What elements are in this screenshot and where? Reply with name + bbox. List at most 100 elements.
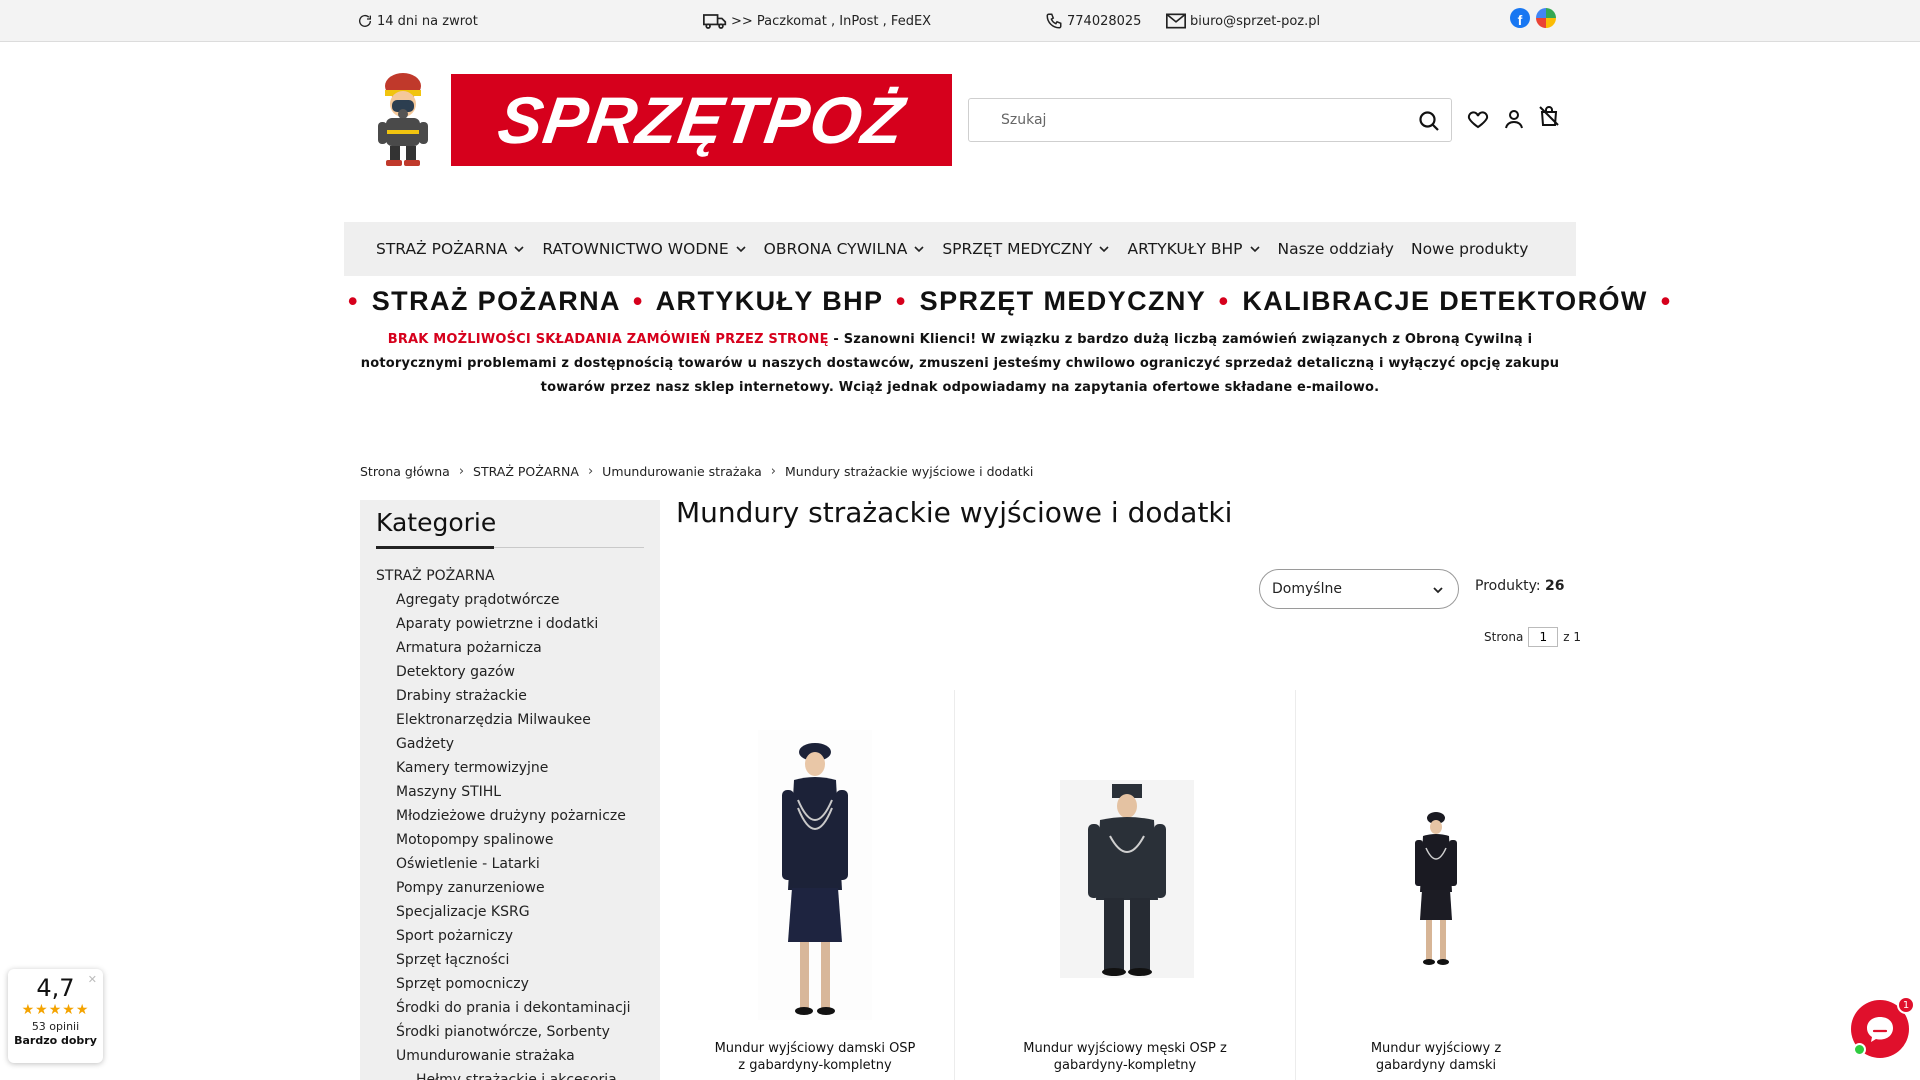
- product-image[interactable]: [758, 730, 872, 1020]
- main-nav: STRAŻ POŻARNA RATOWNICTWO WODNE OBRONA CYW…: [344, 222, 1576, 276]
- notice-highlight: BRAK MOŻLIWOŚCI SKŁADANIA ZAMÓWIEŃ PRZEZ…: [387, 332, 829, 347]
- category-item[interactable]: Drabiny strażackie: [376, 684, 656, 708]
- chevron-down-icon: [736, 246, 746, 253]
- chevron-down-icon: [1433, 587, 1443, 594]
- nav-item-label: SPRZĘT MEDYCZNY: [942, 240, 1093, 258]
- category-item[interactable]: Maszyny STIHL: [376, 780, 656, 804]
- email-text: biuro@sprzet-poz.pl: [1190, 13, 1321, 29]
- category-item[interactable]: Młodzieżowe drużyny pożarnicze: [376, 804, 656, 828]
- email-link[interactable]: biuro@sprzet-poz.pl: [1166, 0, 1320, 42]
- nav-item-6[interactable]: Nowe produkty: [1411, 240, 1528, 258]
- page-label: Strona: [1484, 630, 1524, 644]
- shipping-text: >> Paczkomat , InPost , FedEX: [731, 13, 932, 29]
- social-links: f: [1510, 8, 1556, 28]
- category-item[interactable]: Gadżety: [376, 732, 656, 756]
- page-total: z 1: [1563, 630, 1582, 644]
- chevron-down-icon: [1099, 246, 1110, 253]
- sort-select[interactable]: Domyślne: [1259, 569, 1459, 609]
- products-count: Produkty: 26: [1475, 578, 1565, 594]
- product-name[interactable]: Mundur wyjściowy damski OSP z gabardyny-…: [676, 1040, 954, 1074]
- site-logo[interactable]: SPRZĘTPOŻ: [451, 74, 952, 166]
- category-banner: • STRAŻ POŻARNA • ARTYKUŁY BHP • SPRZĘT …: [348, 286, 1672, 316]
- product-name[interactable]: Mundur wyjściowy z gabardyny damski: [1296, 1040, 1576, 1074]
- category-item[interactable]: Agregaty prądotwórcze: [376, 588, 656, 612]
- category-item[interactable]: Umundurowanie strażaka: [376, 1044, 656, 1068]
- product-card[interactable]: Mundur wyjściowy z gabardyny damski: [1296, 690, 1576, 1080]
- chat-button[interactable]: 1: [1851, 996, 1915, 1058]
- nav-item-label: Nowe produkty: [1410, 240, 1529, 258]
- category-item[interactable]: Środki pianotwórcze, Sorbenty: [376, 1020, 656, 1044]
- category-item[interactable]: Hełmy strażackie i akcesoria: [376, 1068, 656, 1080]
- mail-icon: [1166, 13, 1186, 29]
- shipping-info: >> Paczkomat , InPost , FedEX: [703, 0, 931, 42]
- breadcrumb-fire[interactable]: STRAŻ POŻARNA: [473, 464, 579, 479]
- page-number-input[interactable]: [1528, 627, 1559, 647]
- rating-widget[interactable]: ✕ 4,7 ★★★★★ 53 opinii Bardzo dobry: [8, 969, 103, 1063]
- heart-icon[interactable]: [1466, 107, 1490, 131]
- category-item[interactable]: Oświetlenie - Latarki: [376, 852, 656, 876]
- chevron-right-icon: ›: [458, 464, 465, 479]
- category-item[interactable]: Armatura pożarnicza: [376, 636, 656, 660]
- search-icon[interactable]: [1417, 109, 1441, 133]
- category-item[interactable]: Specjalizacje KSRG: [376, 900, 656, 924]
- chevron-down-icon: [914, 246, 924, 253]
- category-item[interactable]: Sport pożarniczy: [376, 924, 656, 948]
- category-item[interactable]: Sprzęt łączności: [376, 948, 656, 972]
- category-item[interactable]: Pompy zanurzeniowe: [376, 876, 656, 900]
- category-item[interactable]: Detektory gazów: [376, 660, 656, 684]
- facebook-icon[interactable]: f: [1510, 8, 1530, 28]
- breadcrumb-home[interactable]: Strona główna: [360, 464, 450, 479]
- category-item[interactable]: Elektronarzędzia Milwaukee: [376, 708, 656, 732]
- product-image[interactable]: [1060, 780, 1194, 978]
- products-label: Produkty:: [1475, 578, 1541, 594]
- phone-icon: [1046, 13, 1062, 29]
- product-card[interactable]: Mundur wyjściowy męski OSP z gabardyny-k…: [955, 690, 1295, 1080]
- product-image[interactable]: [1406, 808, 1466, 968]
- category-item[interactable]: Aparaty powietrzne i dodatki: [376, 612, 656, 636]
- category-item[interactable]: Kamery termowizyjne: [376, 756, 656, 780]
- breadcrumb-uniforms[interactable]: Umundurowanie strażaka: [602, 464, 762, 479]
- user-icon[interactable]: [1502, 107, 1526, 131]
- cart-disabled-icon[interactable]: [1537, 104, 1561, 128]
- google-maps-icon[interactable]: [1536, 8, 1556, 28]
- title-underline: [376, 546, 494, 549]
- category-item[interactable]: STRAŻ POŻARNA: [376, 564, 656, 588]
- nav-item-1[interactable]: RATOWNICTWO WODNE: [542, 240, 746, 258]
- sort-value: Domyślne: [1272, 581, 1342, 597]
- category-item[interactable]: Środki do prania i dekontaminacji: [376, 996, 656, 1020]
- category-item[interactable]: Sprzęt pomocniczy: [376, 972, 656, 996]
- nav-item-0[interactable]: STRAŻ POŻARNA: [376, 240, 525, 258]
- category-list: STRAŻ POŻARNA Agregaty prądotwórcze Aparat…: [376, 564, 656, 1080]
- breadcrumb-current: Mundury strażackie wyjściowe i dodatki: [784, 464, 1034, 479]
- close-icon[interactable]: ✕: [88, 973, 97, 986]
- refresh-icon: [359, 14, 371, 27]
- rating-label: Bardzo dobry: [14, 1034, 97, 1047]
- nav-item-label: OBRONA CYWILNA: [763, 240, 908, 258]
- product-card[interactable]: Mundur wyjściowy damski OSP z gabardyny-…: [676, 690, 954, 1080]
- banner-item-bhp: ARTYKUŁY BHP: [655, 286, 883, 316]
- chevron-right-icon: ›: [770, 464, 776, 479]
- firefighter-mascot-logo[interactable]: [372, 72, 434, 168]
- online-status-dot: [1853, 1043, 1866, 1056]
- truck-icon: [703, 14, 727, 29]
- nav-item-3[interactable]: SPRZĘT MEDYCZNY: [942, 240, 1110, 258]
- search-box: [968, 98, 1452, 142]
- nav-item-4[interactable]: ARTYKUŁY BHP: [1127, 240, 1260, 258]
- nav-item-2[interactable]: OBRONA CYWILNA: [764, 240, 926, 258]
- category-item[interactable]: Motopompy spalinowe: [376, 828, 656, 852]
- chevron-right-icon: ›: [587, 464, 594, 479]
- returns-text: 14 dni na zwrot: [377, 13, 478, 29]
- banner-item-medical: SPRZĘT MEDYCZNY: [919, 286, 1206, 316]
- pagination: Strona z 1: [1484, 627, 1581, 647]
- nav-item-label: STRAŻ POŻARNA: [376, 240, 508, 258]
- category-sidebar: Kategorie STRAŻ POŻARNA Agregaty prądotwó…: [360, 500, 660, 1080]
- search-input[interactable]: [1001, 109, 1381, 131]
- nav-item-label: ARTYKUŁY BHP: [1127, 240, 1243, 258]
- product-name[interactable]: Mundur wyjściowy męski OSP z gabardyny-k…: [955, 1040, 1295, 1074]
- phone-text: 774028025: [1067, 13, 1142, 29]
- banner-item-fire: STRAŻ POŻARNA: [371, 286, 620, 316]
- products-count-value: 26: [1545, 578, 1565, 594]
- banner-item-calibration: KALIBRACJE DETEKTORÓW: [1242, 286, 1648, 316]
- nav-item-5[interactable]: Nasze oddziały: [1278, 240, 1394, 258]
- phone-link[interactable]: 774028025: [1045, 0, 1141, 42]
